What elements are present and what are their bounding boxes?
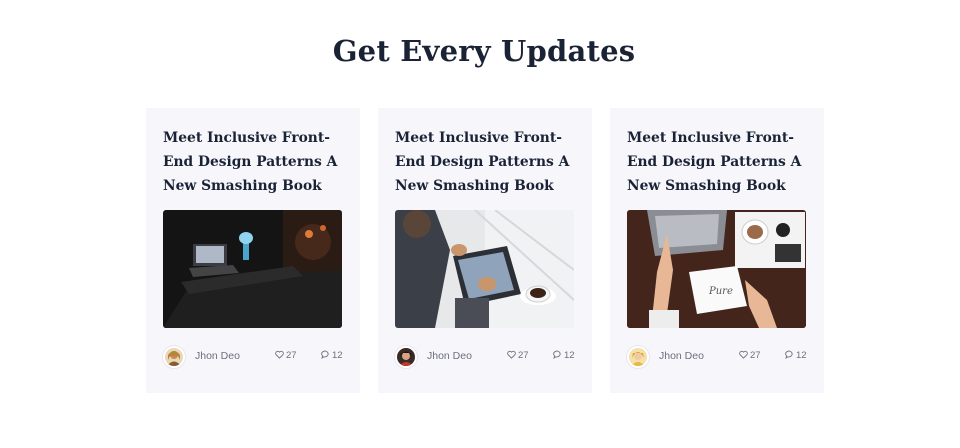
likes-value: 27: [518, 350, 529, 361]
card-title[interactable]: Meet Inclusive Front-End Design Patterns…: [627, 126, 813, 198]
author-avatar[interactable]: [163, 346, 185, 368]
likes-count[interactable]: 27: [739, 350, 761, 361]
likes-value: 27: [286, 350, 297, 361]
card-meta: Jhon Deo 27 12: [163, 346, 343, 368]
comment-icon: [553, 350, 562, 359]
card-image[interactable]: Pure: [627, 210, 806, 328]
blog-card[interactable]: Meet Inclusive Front-End Design Patterns…: [610, 108, 824, 393]
comments-value: 12: [796, 350, 807, 361]
workspace-top-image: Pure: [627, 210, 806, 328]
comments-count[interactable]: 12: [553, 350, 575, 361]
heart-icon: [275, 350, 284, 359]
blog-card[interactable]: Meet Inclusive Front-End Design Patterns…: [146, 108, 360, 393]
laptop-desk-image: [163, 210, 342, 328]
heart-icon: [507, 350, 516, 359]
likes-count[interactable]: 27: [507, 350, 529, 361]
svg-text:Pure: Pure: [708, 286, 733, 297]
card-image[interactable]: [395, 210, 574, 328]
author-avatar[interactable]: [395, 346, 417, 368]
comments-value: 12: [332, 350, 343, 361]
likes-value: 27: [750, 350, 761, 361]
heart-icon: [739, 350, 748, 359]
card-meta: Jhon Deo 27 12: [627, 346, 807, 368]
author-name[interactable]: Jhon Deo: [427, 350, 472, 362]
comments-value: 12: [564, 350, 575, 361]
tablet-coffee-image: [395, 210, 574, 328]
author-name[interactable]: Jhon Deo: [195, 350, 240, 362]
comment-icon: [321, 350, 330, 359]
card-title[interactable]: Meet Inclusive Front-End Design Patterns…: [163, 126, 349, 198]
blog-card[interactable]: Meet Inclusive Front-End Design Patterns…: [378, 108, 592, 393]
author-avatar[interactable]: [627, 346, 649, 368]
author-name[interactable]: Jhon Deo: [659, 350, 704, 362]
card-title[interactable]: Meet Inclusive Front-End Design Patterns…: [395, 126, 581, 198]
comments-count[interactable]: 12: [321, 350, 343, 361]
comments-count[interactable]: 12: [785, 350, 807, 361]
card-image[interactable]: [163, 210, 342, 328]
section-title: Get Every Updates: [332, 34, 636, 68]
card-meta: Jhon Deo 27 12: [395, 346, 575, 368]
comment-icon: [785, 350, 794, 359]
likes-count[interactable]: 27: [275, 350, 297, 361]
